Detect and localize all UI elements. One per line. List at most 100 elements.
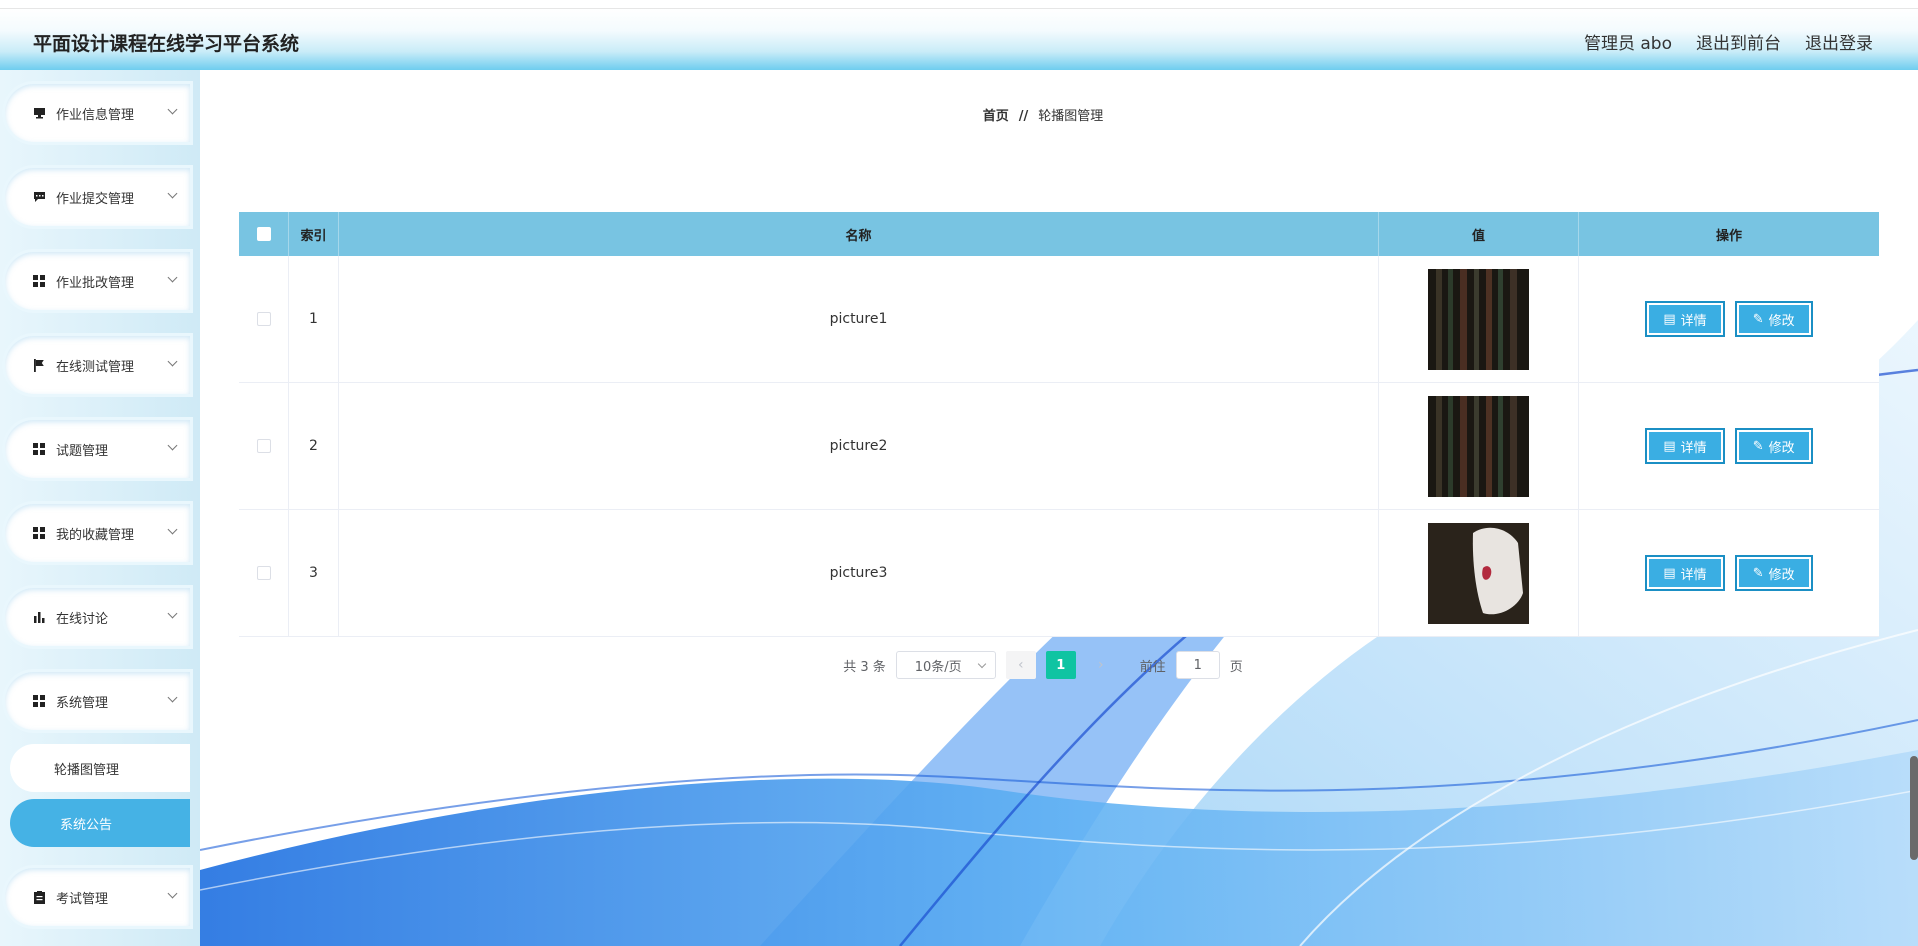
pagination: 共 3 条 10条/页 ‹ 1 › 前往 页 (200, 651, 1886, 679)
sidebar-item-label: 系统管理 (56, 695, 109, 711)
row-checkbox-cell (239, 256, 289, 382)
prev-page-button[interactable]: ‹ (1005, 651, 1036, 679)
header-ops: 操作 (1715, 228, 1742, 244)
clipboard-icon (32, 890, 46, 904)
edit-button[interactable]: ✎ 修改 (1735, 429, 1812, 463)
pencil-icon: ✎ (1752, 565, 1764, 581)
row-value-cell (1379, 510, 1579, 636)
document-icon: ▤ (1663, 438, 1676, 454)
sidebar-item-questions[interactable]: 试题管理 (5, 420, 190, 478)
row-name: picture3 (339, 510, 1379, 636)
document-icon: ▤ (1663, 311, 1676, 327)
main-content: 首页 // 轮播图管理 索引 名称 值 操作 1 picture1 ▤ 详情 ✎ 修… (200, 70, 1918, 946)
header-value: 值 (1379, 212, 1579, 256)
scrollbar-thumb[interactable] (1910, 756, 1918, 860)
page-size-select[interactable]: 10条/页 (895, 651, 996, 679)
row-ops-cell: ▤ 详情 ✎ 修改 (1579, 256, 1879, 382)
monitor-icon (32, 106, 46, 120)
goto-label: 前往 (1139, 659, 1166, 675)
page-number-current[interactable]: 1 (1045, 651, 1076, 679)
edit-button[interactable]: ✎ 修改 (1735, 302, 1812, 336)
header-index: 索引 (289, 212, 339, 256)
header-actions: 管理员 abo 退出到前台 退出登录 (1584, 29, 1873, 54)
chevron-down-icon (167, 272, 178, 283)
sidebar-item-favorites[interactable]: 我的收藏管理 (5, 504, 190, 562)
edit-button[interactable]: ✎ 修改 (1735, 556, 1812, 590)
sidebar-item-homework-submit[interactable]: 作业提交管理 (5, 168, 190, 226)
row-checkbox[interactable] (256, 439, 271, 453)
sidebar-item-label: 作业信息管理 (56, 107, 135, 123)
data-table: 索引 名称 值 操作 1 picture1 ▤ 详情 ✎ 修改 2 pictur… (239, 212, 1879, 637)
grid-icon (32, 274, 46, 288)
row-ops-cell: ▤ 详情 ✎ 修改 (1579, 510, 1879, 636)
table-row: 2 picture2 ▤ 详情 ✎ 修改 (239, 383, 1879, 510)
pencil-icon: ✎ (1752, 311, 1764, 327)
row-value-cell (1379, 256, 1579, 382)
sidebar-subitem-label: 轮播图管理 (54, 762, 120, 778)
row-checkbox-cell (239, 510, 289, 636)
user-label[interactable]: 管理员 abo (1584, 29, 1672, 54)
sidebar-item-exam[interactable]: 考试管理 (5, 868, 190, 926)
sidebar-item-label: 考试管理 (56, 891, 109, 907)
pencil-icon: ✎ (1752, 438, 1764, 454)
bar-chart-icon (32, 610, 46, 624)
page-suffix: 页 (1229, 659, 1243, 675)
logout-link[interactable]: 退出登录 (1805, 29, 1873, 54)
detail-button[interactable]: ▤ 详情 (1646, 556, 1724, 590)
top-strip (0, 0, 1918, 8)
thumbnail-image[interactable] (1428, 522, 1529, 624)
chevron-down-icon (167, 188, 178, 199)
chevron-down-icon (167, 356, 178, 367)
sidebar-item-discussion[interactable]: 在线讨论 (5, 588, 190, 646)
top-header: 平面设计课程在线学习平台系统 管理员 abo 退出到前台 退出登录 (0, 8, 1918, 70)
sidebar-item-homework-info[interactable]: 作业信息管理 (5, 84, 190, 142)
row-checkbox-cell (239, 383, 289, 509)
flag-icon (32, 358, 46, 372)
header-name: 名称 (339, 212, 1379, 256)
chat-icon (32, 190, 46, 204)
chevron-down-icon (167, 692, 178, 703)
sidebar-item-online-test[interactable]: 在线测试管理 (5, 336, 190, 394)
row-name: picture2 (339, 383, 1379, 509)
chevron-down-icon (977, 659, 986, 669)
breadcrumb: 首页 // 轮播图管理 (200, 105, 1886, 124)
breadcrumb-home[interactable]: 首页 (983, 109, 1009, 124)
row-ops-cell: ▤ 详情 ✎ 修改 (1579, 383, 1879, 509)
sidebar-item-homework-grading[interactable]: 作业批改管理 (5, 252, 190, 310)
sidebar-item-label: 试题管理 (56, 443, 109, 459)
sidebar-subitem-announcement[interactable]: 系统公告 (10, 799, 190, 847)
sidebar-item-label: 在线测试管理 (56, 359, 135, 375)
table-header: 索引 名称 值 操作 (239, 212, 1879, 256)
row-name: picture1 (339, 256, 1379, 382)
sidebar-item-label: 作业批改管理 (56, 275, 135, 291)
select-all-checkbox[interactable] (256, 227, 271, 241)
row-index: 1 (289, 256, 339, 382)
document-icon: ▤ (1663, 565, 1676, 581)
thumbnail-image[interactable] (1428, 268, 1529, 370)
sidebar-subitem-label: 系统公告 (60, 817, 113, 833)
row-checkbox[interactable] (256, 566, 271, 580)
pager-total: 共 3 条 (843, 659, 886, 675)
detail-button[interactable]: ▤ 详情 (1646, 429, 1724, 463)
grid-icon (32, 694, 46, 708)
grid-icon (32, 442, 46, 456)
grid-icon (32, 526, 46, 540)
sidebar-subitem-carousel[interactable]: 轮播图管理 (10, 744, 190, 792)
row-value-cell (1379, 383, 1579, 509)
app-title: 平面设计课程在线学习平台系统 (33, 33, 300, 55)
detail-button[interactable]: ▤ 详情 (1646, 302, 1724, 336)
breadcrumb-current: 轮播图管理 (1038, 109, 1104, 124)
chevron-down-icon (167, 524, 178, 535)
row-index: 2 (289, 383, 339, 509)
goto-page-input[interactable] (1175, 651, 1220, 679)
chevron-down-icon (167, 440, 178, 451)
sidebar-item-system[interactable]: 系统管理 (5, 672, 190, 730)
front-link[interactable]: 退出到前台 (1696, 29, 1781, 54)
header-checkbox-cell (239, 212, 289, 256)
thumbnail-image[interactable] (1428, 395, 1529, 497)
row-checkbox[interactable] (256, 312, 271, 326)
chevron-down-icon (167, 888, 178, 899)
sidebar: 作业信息管理 作业提交管理 作业批改管理 在线测试管理 试题管理 我的收藏管理 … (0, 70, 200, 946)
next-page-button[interactable]: › (1086, 651, 1116, 679)
breadcrumb-separator: // (1018, 109, 1029, 124)
